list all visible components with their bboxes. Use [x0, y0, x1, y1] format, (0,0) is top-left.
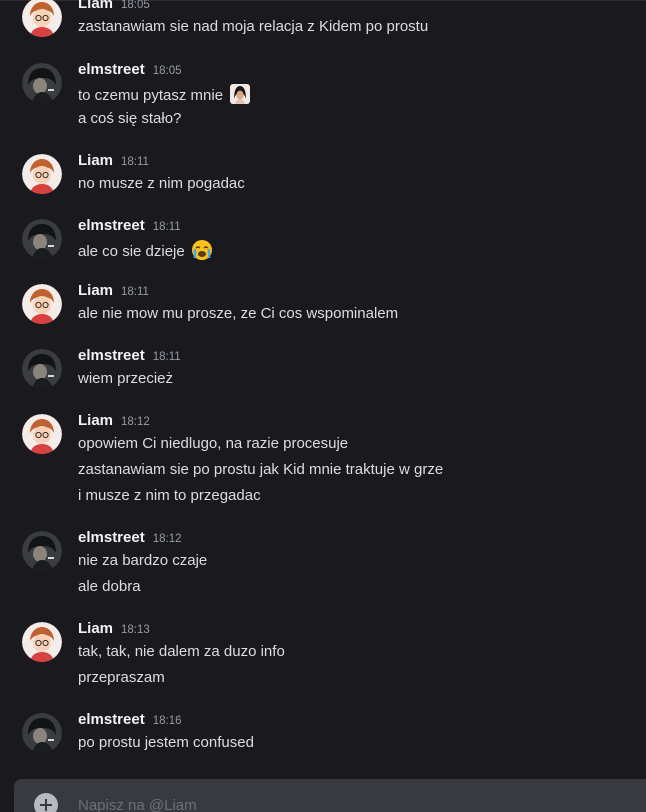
message-text-content: to czemu pytasz mnie	[78, 87, 224, 104]
message-header: elmstreet 18:05	[78, 61, 181, 81]
elmstreet-avatar-icon	[22, 63, 62, 103]
timestamp: 18:12	[121, 416, 150, 428]
message-text: zastanawiam sie nad moja relacja z Kidem…	[78, 18, 429, 35]
message-header: Liam 18:12	[78, 412, 150, 432]
message-composer	[14, 779, 646, 812]
avatar-liam[interactable]	[22, 284, 62, 324]
plus-icon[interactable]	[34, 793, 58, 812]
avatar-liam[interactable]	[22, 414, 62, 454]
message-text: no musze z nim pogadac	[78, 175, 245, 192]
message-text: ale nie mow mu prosze, ze Ci cos wspomin…	[78, 305, 399, 322]
timestamp: 18:13	[121, 624, 150, 636]
message-text: opowiem Ci niedlugo, na razie procesuje	[78, 435, 349, 452]
message-text: wiem przecież	[78, 370, 174, 387]
author-name[interactable]: Liam	[78, 620, 113, 637]
avatar-liam[interactable]	[22, 622, 62, 662]
author-name[interactable]: Liam	[78, 152, 113, 169]
avatar-elmstreet[interactable]	[22, 713, 62, 753]
loudly-crying-face-icon[interactable]	[191, 239, 213, 261]
elmstreet-avatar-icon	[22, 349, 62, 389]
timestamp: 18:05	[121, 0, 150, 11]
author-name[interactable]: elmstreet	[78, 711, 145, 728]
face-sticker-icon[interactable]	[229, 83, 251, 105]
author-name[interactable]: elmstreet	[78, 529, 145, 546]
liam-avatar-icon	[22, 0, 62, 37]
elmstreet-avatar-icon	[22, 219, 62, 259]
message-text: ale dobra	[78, 578, 141, 595]
liam-avatar-icon	[22, 154, 62, 194]
liam-avatar-icon	[22, 622, 62, 662]
avatar-elmstreet[interactable]	[22, 219, 62, 259]
timestamp: 18:11	[152, 221, 181, 233]
liam-avatar-icon	[22, 284, 62, 324]
author-name[interactable]: Liam	[78, 0, 113, 12]
message-header: Liam 18:11	[78, 282, 149, 302]
avatar-liam[interactable]	[22, 154, 62, 194]
avatar-elmstreet[interactable]	[22, 531, 62, 571]
timestamp: 18:12	[152, 533, 182, 545]
message-text: tak, tak, nie dalem za duzo info	[78, 643, 285, 660]
timestamp: 18:11	[152, 351, 181, 363]
avatar-elmstreet[interactable]	[22, 349, 62, 389]
timestamp: 18:05	[152, 65, 182, 77]
message-header: elmstreet 18:16	[78, 711, 181, 731]
message-text: i musze z nim to przegadac	[78, 487, 261, 504]
avatar-elmstreet[interactable]	[22, 63, 62, 103]
message-text: to czemu pytasz mnie	[78, 83, 251, 106]
message-header: Liam 18:13	[78, 620, 150, 640]
timestamp: 18:11	[121, 286, 149, 298]
author-name[interactable]: Liam	[78, 282, 113, 299]
message-text: zastanawiam sie po prostu jak Kid mnie t…	[78, 461, 444, 478]
elmstreet-avatar-icon	[22, 713, 62, 753]
message-header: elmstreet 18:12	[78, 529, 181, 549]
message-text: a coś się stało?	[78, 110, 182, 127]
message-text: przepraszam	[78, 669, 165, 686]
avatar-liam[interactable]	[22, 0, 62, 37]
message-header: Liam 18:05	[78, 0, 150, 15]
message-text: po prostu jestem confused	[78, 734, 254, 751]
author-name[interactable]: Liam	[78, 412, 113, 429]
author-name[interactable]: elmstreet	[78, 61, 145, 78]
message-header: elmstreet 18:11	[78, 217, 181, 237]
elmstreet-avatar-icon	[22, 531, 62, 571]
timestamp: 18:16	[152, 715, 182, 727]
message-input[interactable]	[78, 793, 618, 812]
timestamp: 18:11	[121, 156, 149, 168]
message-header: Liam 18:11	[78, 152, 149, 172]
message-list: Liam 18:05 zastanawiam sie nad moja relac…	[0, 0, 646, 812]
message-text: ale co sie dzieje	[78, 239, 213, 262]
message-text: nie za bardzo czaje	[78, 552, 208, 569]
dm-window: Liam 18:05 zastanawiam sie nad moja relac…	[0, 0, 646, 812]
author-name[interactable]: elmstreet	[78, 347, 145, 364]
message-text-content: ale co sie dzieje	[78, 243, 185, 260]
message-header: elmstreet 18:11	[78, 347, 181, 367]
liam-avatar-icon	[22, 414, 62, 454]
author-name[interactable]: elmstreet	[78, 217, 145, 234]
